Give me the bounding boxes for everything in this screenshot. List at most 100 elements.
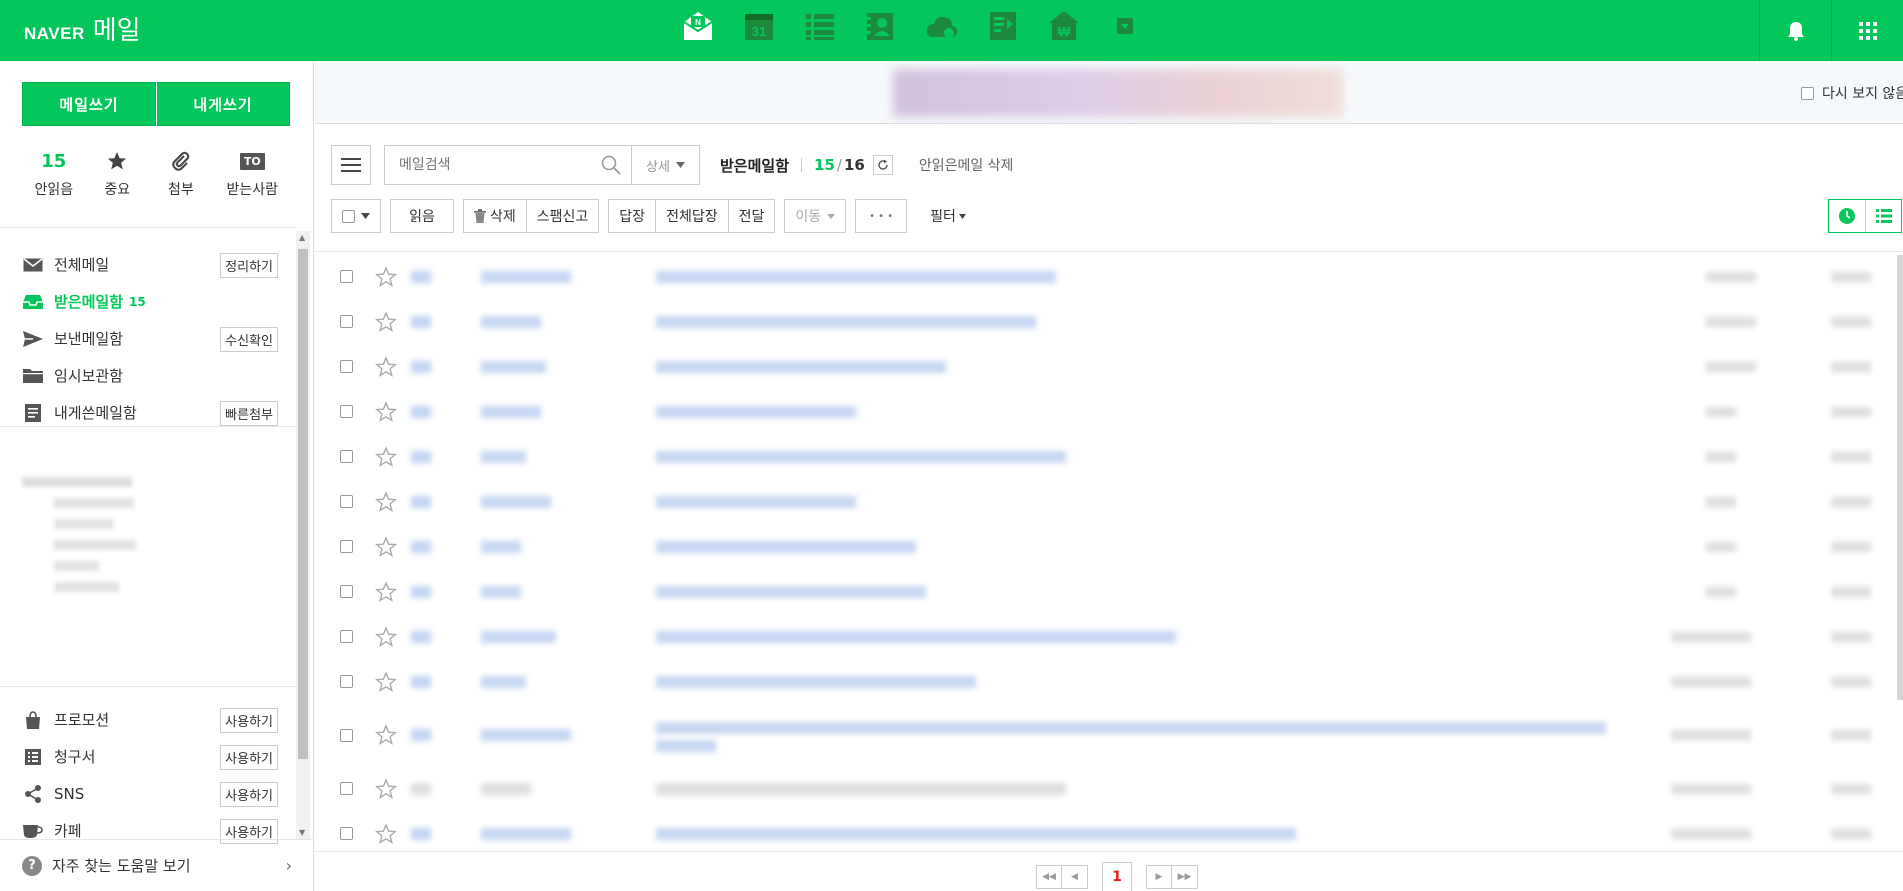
tasks-app-icon[interactable]: [802, 8, 838, 44]
mail-row[interactable]: [331, 479, 1903, 524]
cloud-app-icon[interactable]: [924, 8, 960, 44]
reply-button[interactable]: 답장: [608, 199, 657, 233]
user-folder-group[interactable]: [22, 477, 132, 487]
mail-checkbox[interactable]: [340, 728, 353, 742]
list-scrollbar[interactable]: [1897, 255, 1903, 700]
mail-row[interactable]: [331, 569, 1903, 614]
folder-all-mail[interactable]: 전체메일 정리하기: [22, 246, 278, 283]
quick-important[interactable]: 중요: [86, 149, 150, 199]
folder-drafts[interactable]: 임시보관함: [22, 357, 278, 394]
mail-checkbox[interactable]: [340, 782, 353, 795]
search-input[interactable]: [399, 157, 601, 173]
mail-checkbox[interactable]: [340, 315, 353, 328]
mail-row[interactable]: [331, 766, 1903, 811]
user-folder-item[interactable]: [54, 561, 99, 571]
mail-row[interactable]: [331, 704, 1903, 766]
move-button[interactable]: 이동: [784, 199, 847, 233]
star-outline-icon[interactable]: [375, 355, 397, 378]
mail-checkbox[interactable]: [340, 360, 353, 373]
folder-inbox[interactable]: 받은메일함 15: [22, 283, 278, 320]
mail-checkbox[interactable]: [340, 495, 353, 508]
star-outline-icon[interactable]: [375, 777, 397, 800]
mail-checkbox[interactable]: [340, 675, 353, 688]
mailbox-unread-count[interactable]: 15: [814, 156, 835, 174]
list-view-button[interactable]: [1865, 200, 1901, 232]
mail-row[interactable]: [331, 524, 1903, 569]
use-sns-button[interactable]: 사용하기: [220, 782, 278, 807]
folder-bills[interactable]: 청구서 사용하기: [22, 738, 278, 775]
use-bills-button[interactable]: 사용하기: [220, 745, 278, 770]
use-promotion-button[interactable]: 사용하기: [220, 708, 278, 733]
star-outline-icon[interactable]: [375, 535, 397, 558]
menu-toggle-button[interactable]: [331, 145, 371, 185]
time-view-button[interactable]: [1829, 200, 1865, 232]
calendar-app-icon[interactable]: 31: [741, 8, 777, 44]
scroll-up-arrow-icon[interactable]: ▲: [299, 233, 305, 242]
mail-checkbox[interactable]: [340, 585, 353, 598]
star-outline-icon[interactable]: [375, 625, 397, 648]
delete-button[interactable]: 삭제: [463, 199, 527, 233]
refresh-button[interactable]: [872, 155, 893, 175]
star-outline-icon[interactable]: [375, 822, 397, 845]
mail-row[interactable]: [331, 659, 1903, 704]
write-mail-button[interactable]: 메일쓰기: [22, 82, 156, 126]
mail-checkbox[interactable]: [340, 270, 353, 283]
mail-row[interactable]: [331, 299, 1903, 344]
mail-app-icon[interactable]: N: [680, 8, 716, 44]
sidebar-scroll-thumb[interactable]: [298, 249, 308, 759]
filter-button[interactable]: 필터: [930, 206, 966, 226]
star-outline-icon[interactable]: [375, 445, 397, 468]
spam-report-button[interactable]: 스팸신고: [526, 199, 600, 233]
prev-page-button[interactable]: ◀: [1062, 865, 1088, 889]
naver-mail-logo[interactable]: NAVER 메일: [24, 10, 141, 47]
delete-unread-link[interactable]: 안읽은메일 삭제: [919, 155, 1014, 175]
more-apps-dropdown-icon[interactable]: [1107, 8, 1143, 44]
mail-checkbox[interactable]: [340, 405, 353, 418]
sidebar-scrollbar[interactable]: ▲ ▼: [296, 231, 310, 839]
folder-sent[interactable]: 보낸메일함 수신확인: [22, 320, 278, 357]
star-outline-icon[interactable]: [375, 580, 397, 603]
noshow-checkbox[interactable]: [1801, 86, 1814, 100]
detail-search-button[interactable]: 상세: [632, 145, 700, 185]
mail-row[interactable]: [331, 344, 1903, 389]
reply-all-button[interactable]: 전체답장: [656, 199, 729, 233]
read-receipt-button[interactable]: 수신확인: [220, 327, 278, 352]
search-icon[interactable]: [601, 155, 621, 175]
ad-image[interactable]: [893, 69, 1343, 117]
select-all-button[interactable]: [331, 199, 381, 233]
quick-recipient[interactable]: TO 받는사람: [213, 149, 292, 199]
star-outline-icon[interactable]: [375, 670, 397, 693]
folder-sns[interactable]: SNS 사용하기: [22, 775, 278, 812]
star-outline-icon[interactable]: [375, 265, 397, 288]
organize-button[interactable]: 정리하기: [220, 253, 278, 278]
mail-checkbox[interactable]: [340, 450, 353, 463]
star-outline-icon[interactable]: [375, 400, 397, 423]
notification-bell-icon[interactable]: [1759, 0, 1831, 61]
pay-app-icon[interactable]: ₩: [1046, 8, 1082, 44]
mail-checkbox[interactable]: [340, 540, 353, 553]
mail-checkbox[interactable]: [340, 827, 353, 840]
user-folder-item[interactable]: [54, 540, 136, 550]
star-outline-icon[interactable]: [375, 490, 397, 513]
mail-row[interactable]: [331, 389, 1903, 434]
banner-noshow[interactable]: 다시 보지 않음: [1801, 83, 1903, 103]
memo-app-icon[interactable]: [985, 8, 1021, 44]
next-page-button[interactable]: ▶: [1146, 865, 1172, 889]
mail-checkbox[interactable]: [340, 630, 353, 643]
mail-row[interactable]: [331, 811, 1903, 856]
mail-row[interactable]: [331, 614, 1903, 659]
help-link[interactable]: ? 자주 찾는 도움말 보기 ›: [0, 839, 314, 891]
current-page[interactable]: 1: [1102, 862, 1132, 891]
user-folder-item[interactable]: [54, 498, 134, 508]
user-folder-item[interactable]: [54, 582, 119, 592]
quick-unread[interactable]: 15 안읽음: [22, 149, 86, 199]
folder-promotion[interactable]: 프로모션 사용하기: [22, 701, 278, 738]
last-page-button[interactable]: ▶▶: [1172, 865, 1198, 889]
scroll-down-arrow-icon[interactable]: ▼: [299, 828, 305, 837]
forward-button[interactable]: 전달: [728, 199, 776, 233]
star-outline-icon[interactable]: [375, 724, 397, 746]
mail-row[interactable]: [331, 254, 1903, 299]
write-to-self-button[interactable]: 내게쓰기: [156, 82, 290, 126]
star-outline-icon[interactable]: [375, 310, 397, 333]
user-folder-item[interactable]: [54, 519, 114, 529]
